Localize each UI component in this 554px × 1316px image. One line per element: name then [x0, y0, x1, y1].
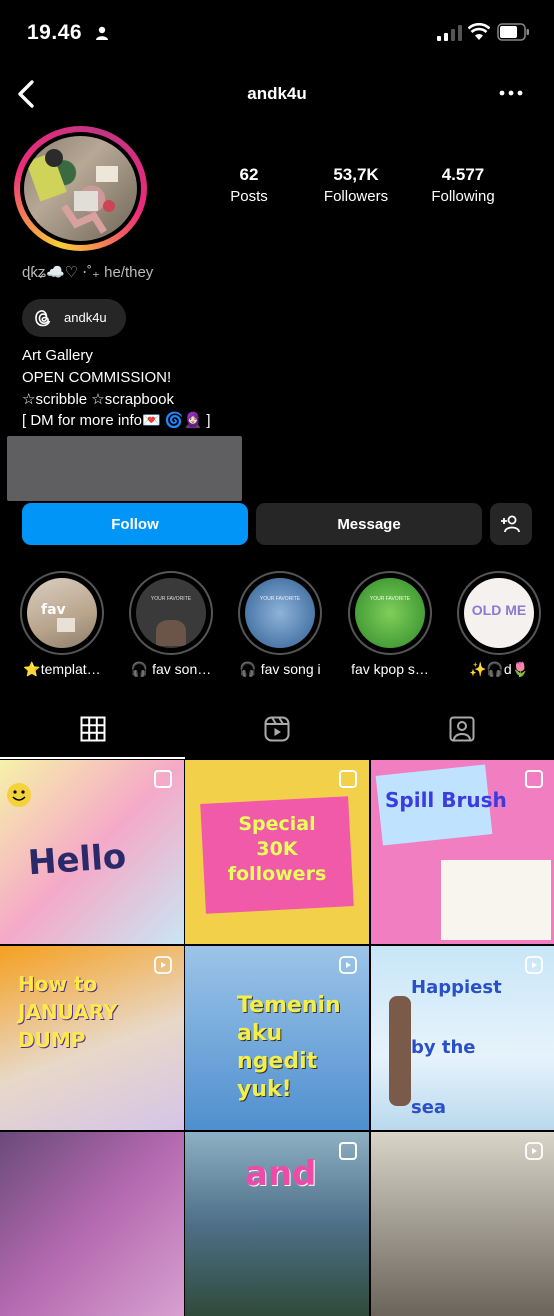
reel-icon: [525, 1142, 543, 1160]
redacted-block: [7, 436, 242, 501]
status-time: 19.46: [27, 21, 83, 44]
reel-icon: [525, 956, 543, 974]
following-label[interactable]: Following: [403, 188, 523, 205]
multi-post-icon: [339, 770, 357, 788]
grid-icon[interactable]: [80, 716, 106, 742]
highlight-cover: fav: [27, 578, 97, 648]
highlight-label[interactable]: 🎧 fav song i: [225, 661, 335, 678]
profile-username: andk4u: [247, 84, 307, 103]
highlight-label[interactable]: ⭐templat…: [7, 661, 117, 678]
post-thumbnail[interactable]: Spill Brush: [371, 760, 554, 944]
highlight-label[interactable]: 🎧 fav son…: [116, 661, 226, 678]
multi-post-icon: [339, 1142, 357, 1160]
wifi-icon: [468, 23, 490, 40]
threads-handle[interactable]: andk4u: [64, 310, 107, 325]
post-thumbnail[interactable]: Temenin aku ngedit yuk!: [185, 946, 369, 1130]
reel-icon: [154, 956, 172, 974]
threads-icon: [35, 310, 51, 327]
highlight-item[interactable]: YOUR FAVORITE: [348, 571, 432, 655]
add-user-icon: [501, 515, 520, 533]
avatar-artwork: [26, 149, 118, 234]
message-button[interactable]: Message: [256, 503, 482, 545]
post-thumbnail[interactable]: [0, 1132, 184, 1316]
battery-icon: [497, 23, 529, 41]
highlight-cover: YOUR FAVORITE: [136, 578, 206, 648]
posts-label: Posts: [230, 188, 268, 205]
post-thumbnail[interactable]: Happiest by the sea: [371, 946, 554, 1130]
more-options-icon[interactable]: [497, 86, 525, 100]
avatar[interactable]: [24, 136, 137, 241]
highlight-label[interactable]: ✨🎧d🌷: [444, 661, 554, 678]
highlight-item[interactable]: OLD ME: [457, 571, 541, 655]
post-thumbnail[interactable]: How to JANUARY DUMP: [0, 946, 184, 1130]
signal-icon: [437, 25, 462, 41]
follow-button[interactable]: Follow: [22, 503, 248, 545]
bio-line: ☆scribble ☆scrapbook: [22, 391, 174, 408]
following-count[interactable]: 4.577: [403, 165, 523, 185]
display-name-pronouns: ɖƙʑ☁️♡ ⋅˚₊ he/they: [22, 264, 154, 281]
highlight-cover: YOUR FAVORITE: [245, 578, 315, 648]
reel-icon: [339, 956, 357, 974]
person-icon: [96, 26, 108, 40]
followers-label[interactable]: Followers: [296, 188, 416, 205]
bio-line: [ DM for more info💌 🌀🧕🏻 ]: [22, 412, 211, 429]
active-tab-indicator: [0, 757, 185, 759]
bio-line: OPEN COMMISSION!: [22, 369, 172, 386]
post-thumbnail[interactable]: Hello: [0, 760, 184, 944]
followers-count[interactable]: 53,7K: [296, 165, 416, 185]
posts-count: 62: [239, 165, 259, 184]
bio-line: Art Gallery: [22, 347, 93, 364]
multi-post-icon: [154, 770, 172, 788]
suggest-users-button[interactable]: [490, 503, 532, 545]
post-thumbnail[interactable]: and: [185, 1132, 369, 1316]
highlight-cover: OLD ME: [464, 578, 534, 648]
highlight-label[interactable]: fav kpop s…: [335, 661, 445, 677]
post-thumbnail[interactable]: [371, 1132, 554, 1316]
highlight-item[interactable]: YOUR FAVORITE: [129, 571, 213, 655]
post-thumbnail[interactable]: Special 30K followers: [185, 760, 369, 944]
highlight-item[interactable]: YOUR FAVORITE: [238, 571, 322, 655]
reels-icon[interactable]: [264, 716, 290, 742]
tagged-icon[interactable]: [449, 716, 475, 742]
highlight-item[interactable]: fav: [20, 571, 104, 655]
svg-text:fav: fav: [41, 602, 66, 618]
multi-post-icon: [525, 770, 543, 788]
highlight-cover: YOUR FAVORITE: [355, 578, 425, 648]
